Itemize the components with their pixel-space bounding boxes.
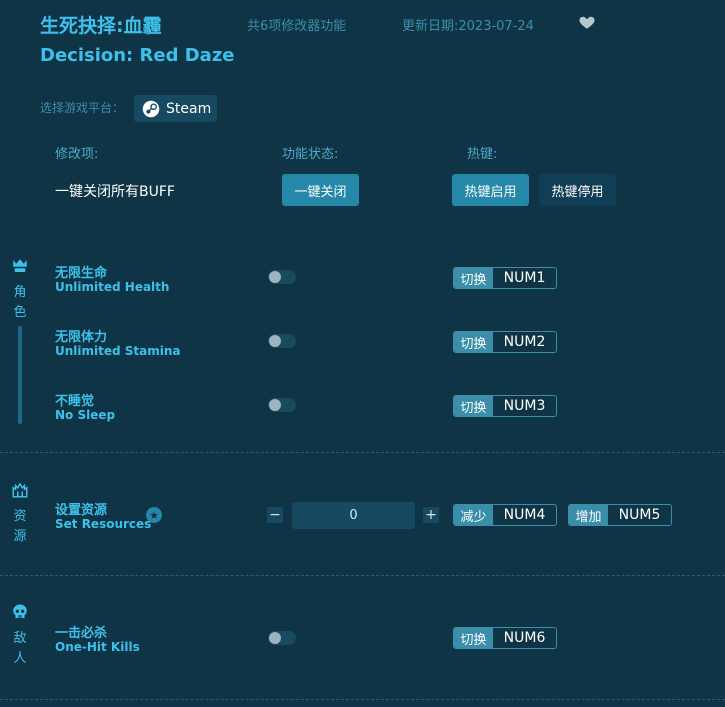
section-resources-label: 资源 xyxy=(13,509,27,544)
hotkey-unlimited-health[interactable]: 切换 NUM1 xyxy=(453,267,557,289)
close-all-button[interactable]: 一键关闭 xyxy=(282,174,359,206)
hotkey-action: 增加 xyxy=(569,505,608,525)
item-set-resources-en: Set Resources xyxy=(55,517,152,531)
hotkey-key: NUM2 xyxy=(503,334,546,350)
steam-icon xyxy=(142,100,160,117)
item-one-hit-kills-en: One-Hit Kills xyxy=(55,640,140,654)
section-character-label: 角色 xyxy=(13,285,27,320)
column-status: 功能状态: xyxy=(282,147,339,162)
item-no-sleep-cn: 不睡觉 xyxy=(55,394,95,409)
game-title-cn: 生死抉择:血霾 xyxy=(40,15,162,37)
hotkey-one-hit-kills[interactable]: 切换 NUM6 xyxy=(453,627,557,649)
hotkey-increase[interactable]: 增加 NUM5 xyxy=(568,504,672,526)
column-mod: 修改项: xyxy=(55,147,99,162)
star-icon: ★ xyxy=(146,507,162,523)
steam-label: Steam xyxy=(166,100,212,117)
hotkey-key: NUM6 xyxy=(503,630,546,646)
section-character-bar xyxy=(18,326,22,424)
hotkey-no-sleep[interactable]: 切换 NUM3 xyxy=(453,395,557,417)
section-divider xyxy=(0,575,725,576)
item-unlimited-stamina-en: Unlimited Stamina xyxy=(55,344,181,358)
hotkey-key: NUM3 xyxy=(503,398,546,414)
section-divider xyxy=(0,699,725,700)
hotkey-action: 切换 xyxy=(454,628,493,648)
hotkey-unlimited-stamina[interactable]: 切换 NUM2 xyxy=(453,331,557,353)
item-unlimited-stamina-cn: 无限体力 xyxy=(55,330,108,345)
hotkey-action: 切换 xyxy=(454,268,493,288)
decrease-button[interactable]: − xyxy=(267,507,283,523)
skull-icon xyxy=(13,604,27,618)
hotkey-decrease[interactable]: 减少 NUM4 xyxy=(453,504,557,526)
hotkeys-enable-button[interactable]: 热键启用 xyxy=(452,174,529,206)
resource-value-input[interactable]: 0 xyxy=(292,502,415,529)
heart-icon[interactable] xyxy=(578,13,596,31)
hotkey-action: 减少 xyxy=(454,505,493,525)
item-one-hit-kills-cn: 一击必杀 xyxy=(55,626,108,641)
hotkey-action: 切换 xyxy=(454,396,493,416)
close-all-buff-label: 一键关闭所有BUFF xyxy=(55,184,175,200)
update-date: 更新日期:2023-07-24 xyxy=(402,19,534,34)
item-unlimited-health-en: Unlimited Health xyxy=(55,280,170,294)
resources-icon xyxy=(12,482,28,498)
hotkey-key: NUM1 xyxy=(503,270,546,286)
feature-count: 共6项修改器功能 xyxy=(247,19,347,34)
column-hotkey: 热键: xyxy=(467,147,498,162)
section-divider xyxy=(0,452,725,453)
game-title-en: Decision: Red Daze xyxy=(40,45,235,66)
item-no-sleep-en: No Sleep xyxy=(55,408,116,422)
hotkey-action: 切换 xyxy=(454,332,493,352)
item-set-resources-cn: 设置资源 xyxy=(55,503,108,518)
toggle-no-sleep[interactable] xyxy=(268,398,296,412)
hotkeys-disable-button[interactable]: 热键停用 xyxy=(539,174,616,206)
platform-label: 选择游戏平台： xyxy=(40,101,125,115)
toggle-one-hit-kills[interactable] xyxy=(268,631,296,645)
hotkey-key: NUM4 xyxy=(503,507,546,523)
hotkey-key: NUM5 xyxy=(618,507,661,523)
character-icon xyxy=(13,259,27,272)
toggle-unlimited-stamina[interactable] xyxy=(268,334,296,348)
toggle-unlimited-health[interactable] xyxy=(268,270,296,284)
item-unlimited-health-cn: 无限生命 xyxy=(55,266,108,281)
steam-platform-button[interactable]: Steam xyxy=(134,95,217,122)
increase-button[interactable]: + xyxy=(423,507,439,523)
section-enemy-label: 敌人 xyxy=(13,631,27,666)
